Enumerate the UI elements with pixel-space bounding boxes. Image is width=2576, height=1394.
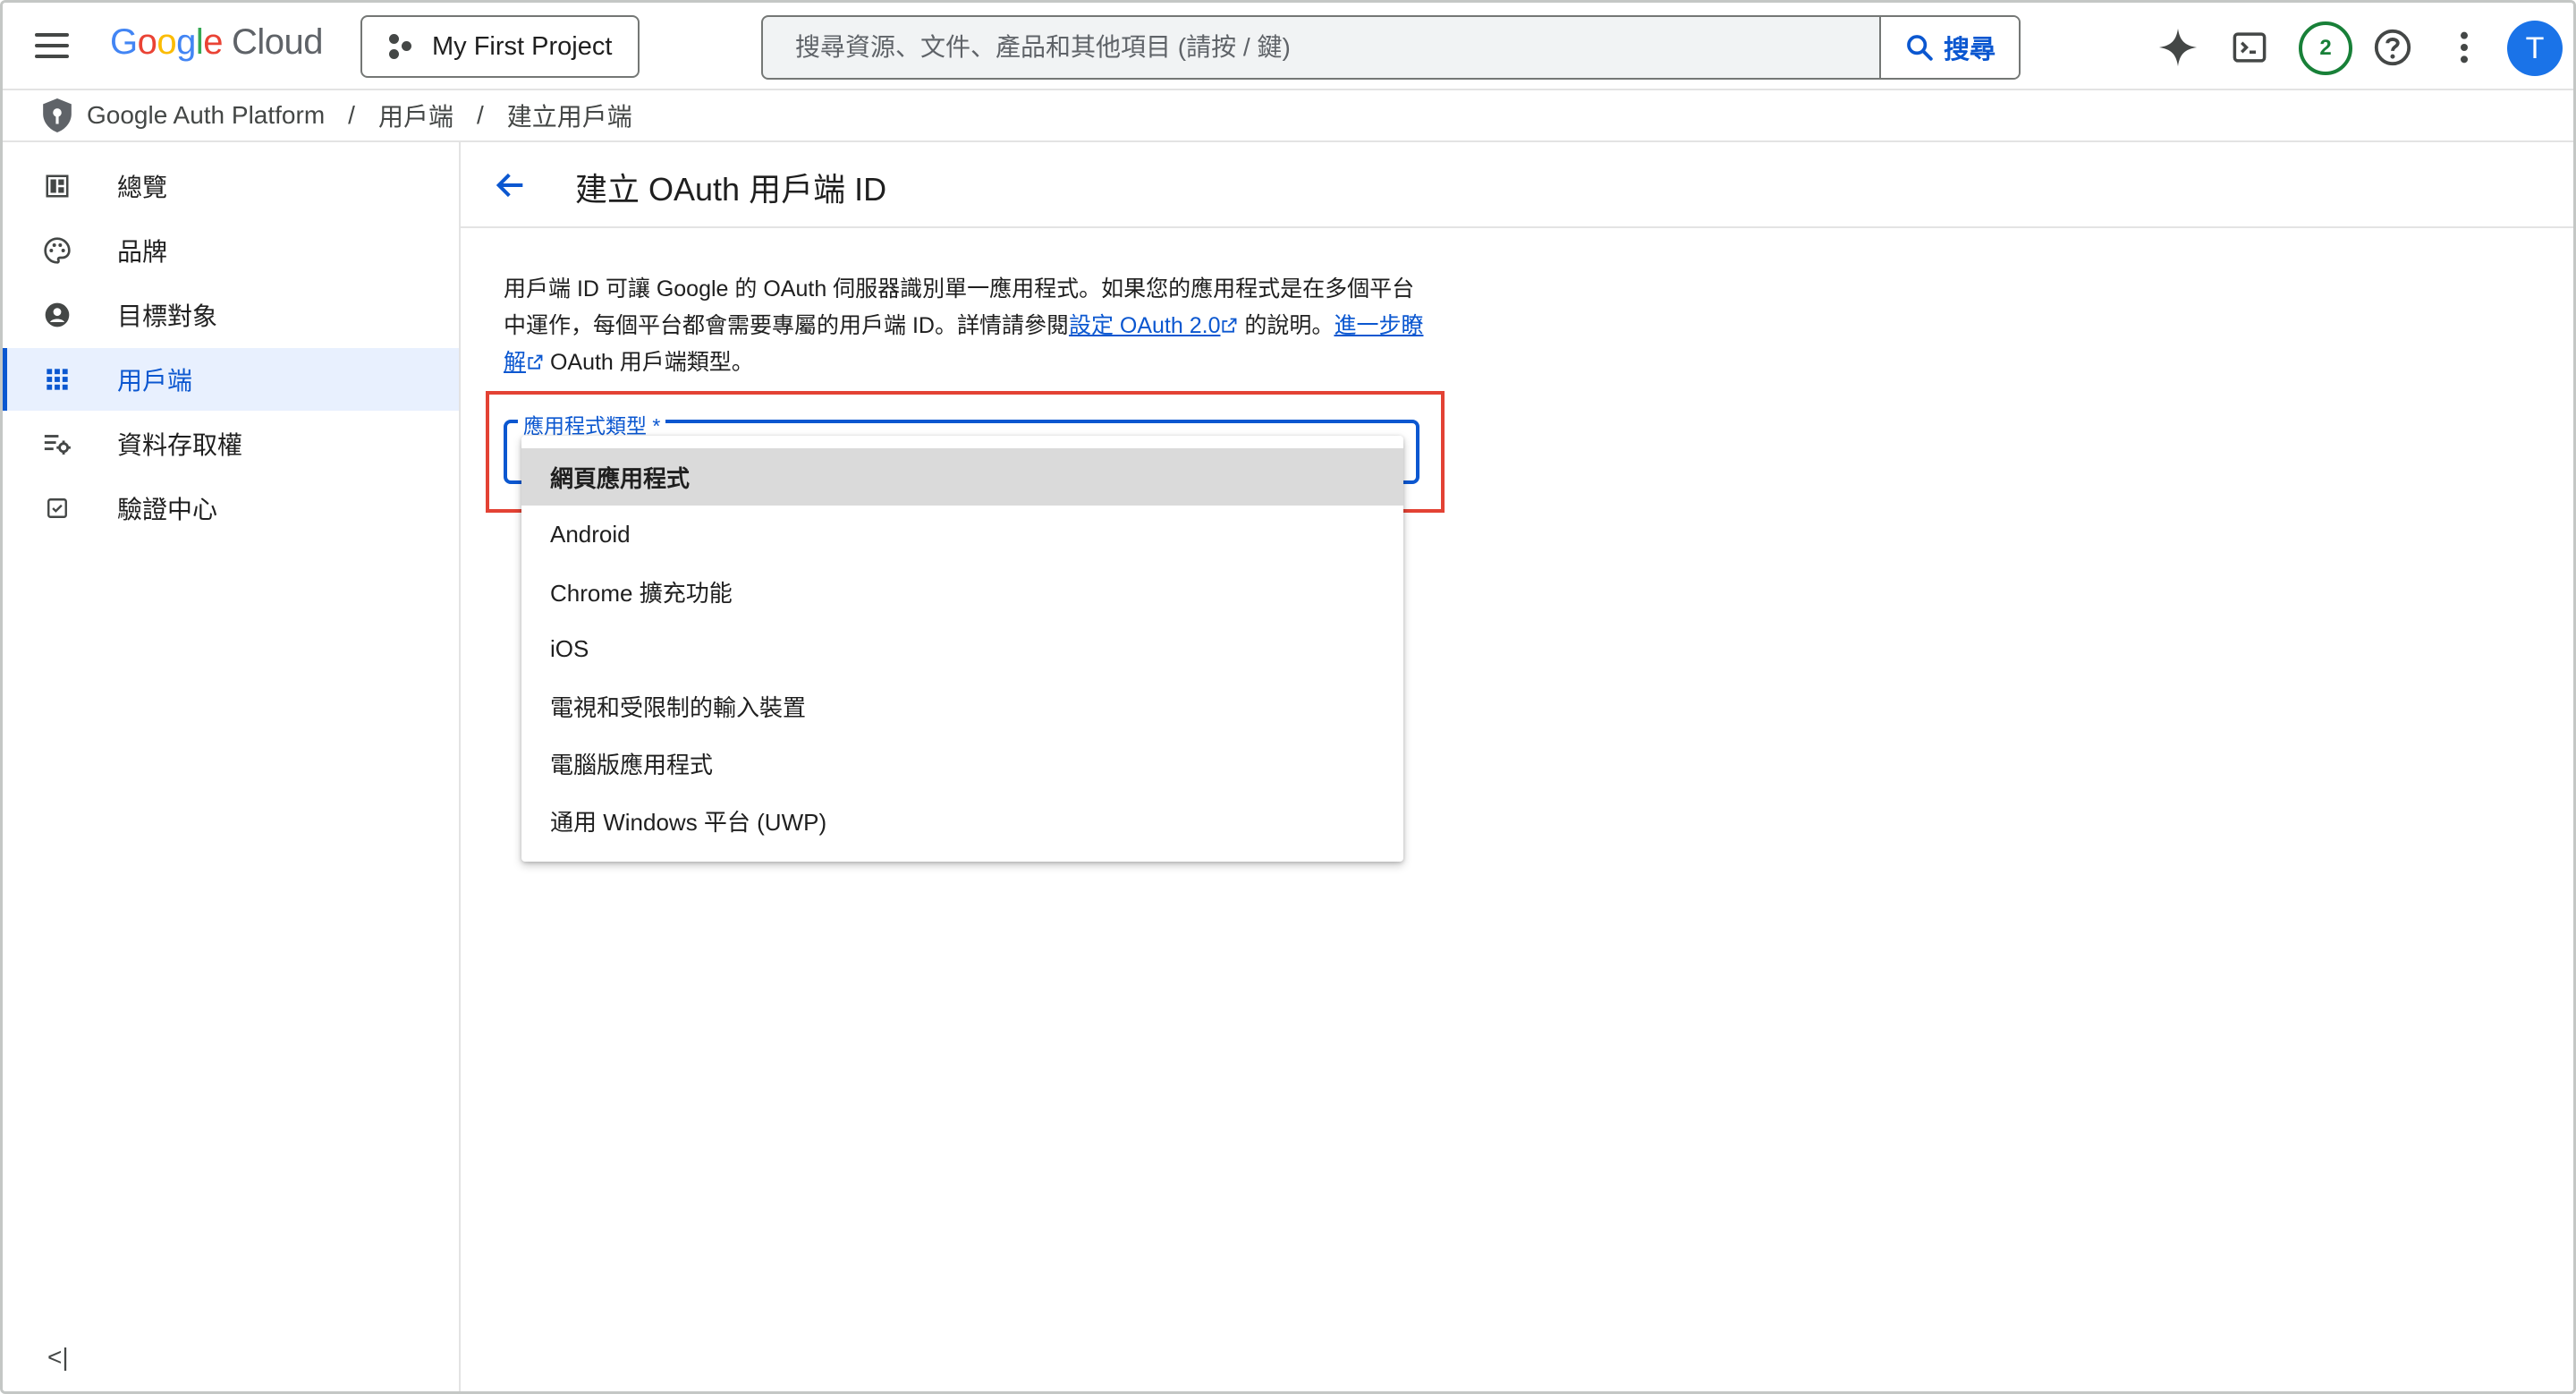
collapse-sidebar-icon[interactable]: <|	[47, 1343, 69, 1372]
palette-icon	[42, 235, 72, 266]
breadcrumb-separator: /	[348, 101, 355, 129]
external-link-icon	[528, 354, 543, 370]
setup-oauth-link[interactable]: 設定 OAuth 2.0	[1069, 313, 1221, 338]
option-tv-limited-input[interactable]: 電視和受限制的輸入裝置	[521, 677, 1403, 735]
logo-letter: o	[137, 22, 157, 62]
app-window: GoogleCloud My First Project 搜尋 2	[0, 0, 2576, 1394]
sidebar-item-label: 用戶端	[117, 367, 193, 395]
page-title: 建立 OAuth 用戶端 ID	[575, 171, 887, 208]
logo-letter: e	[203, 22, 224, 62]
description-text: 的說明。	[1238, 313, 1335, 338]
project-name: My First Project	[432, 31, 613, 61]
breadcrumb-item-create-client: 建立用戶端	[506, 103, 632, 131]
breadcrumb-item-clients[interactable]: 用戶端	[378, 98, 453, 133]
apps-grid-icon	[42, 364, 72, 395]
external-link-icon	[1222, 318, 1237, 333]
sidebar-item-data-access[interactable]: 資料存取權	[3, 412, 459, 475]
search-icon	[1907, 35, 1933, 61]
search-button[interactable]: 搜尋	[1879, 17, 2019, 78]
logo-cloud-text: Cloud	[232, 22, 324, 62]
back-arrow-icon[interactable]	[493, 167, 529, 208]
more-vert-icon[interactable]	[2439, 22, 2489, 72]
breadcrumb-item-auth-platform[interactable]: Google Auth Platform	[87, 101, 325, 130]
help-icon[interactable]	[2368, 22, 2418, 72]
page-description: 用戶端 ID 可讓 Google 的 OAuth 伺服器識別單一應用程式。如果您…	[504, 271, 1425, 381]
sidebar-item-audience[interactable]: 目標對象	[3, 284, 459, 346]
verified-checkbox-icon	[42, 493, 72, 523]
sidebar-item-clients[interactable]: 用戶端	[3, 348, 459, 411]
sidebar-item-label: 目標對象	[117, 302, 218, 330]
option-web-application[interactable]: 網頁應用程式	[521, 448, 1403, 506]
shield-icon	[43, 98, 72, 132]
search-button-label: 搜尋	[1943, 36, 1996, 64]
option-desktop-app[interactable]: 電腦版應用程式	[521, 735, 1403, 792]
sidebar-item-label: 資料存取權	[117, 431, 243, 459]
sidebar-item-label: 品牌	[117, 238, 168, 266]
logo-letter: l	[195, 22, 204, 62]
search-input[interactable]	[763, 17, 1879, 78]
sidebar-item-label: 驗證中心	[117, 496, 218, 523]
application-type-label: 應用程式類型 *	[518, 409, 666, 439]
application-type-dropdown: 網頁應用程式 Android Chrome 擴充功能 iOS 電視和受限制的輸入…	[521, 436, 1403, 862]
sidebar: 總覽 品牌 目標對象 用戶端 資料存取權 驗證中心 <|	[3, 142, 461, 1391]
data-access-icon	[42, 429, 72, 459]
top-bar: GoogleCloud My First Project 搜尋 2	[3, 3, 2573, 90]
breadcrumb-separator: /	[476, 101, 484, 129]
option-ios[interactable]: iOS	[521, 620, 1403, 677]
google-cloud-logo[interactable]: Google Cloud	[110, 22, 324, 63]
sidebar-item-branding[interactable]: 品牌	[3, 219, 459, 282]
page-header: 建立 OAuth 用戶端 ID	[461, 142, 2573, 228]
sidebar-item-verification-center[interactable]: 驗證中心	[3, 477, 459, 540]
project-hub-icon	[386, 32, 414, 61]
search-bar: 搜尋	[761, 15, 2021, 80]
sidebar-item-label: 總覽	[117, 174, 168, 201]
dashboard-icon	[42, 171, 72, 201]
option-chrome-extension[interactable]: Chrome 擴充功能	[521, 563, 1403, 620]
project-picker-button[interactable]: My First Project	[360, 15, 640, 78]
option-uwp[interactable]: 通用 Windows 平台 (UWP)	[521, 792, 1403, 849]
logo-letter: G	[110, 22, 138, 62]
account-circle-icon	[42, 300, 72, 330]
notifications-badge[interactable]: 2	[2299, 21, 2352, 75]
option-android[interactable]: Android	[521, 506, 1403, 563]
gemini-spark-icon[interactable]	[2153, 22, 2203, 72]
breadcrumb: Google Auth Platform / 用戶端 / 建立用戶端	[3, 90, 2573, 142]
sidebar-item-overview[interactable]: 總覽	[3, 155, 459, 217]
description-text: OAuth 用戶端類型。	[544, 350, 754, 375]
account-avatar[interactable]: T	[2507, 21, 2563, 76]
logo-letter: g	[176, 22, 196, 62]
logo-letter: o	[157, 22, 177, 62]
main-menu-icon[interactable]	[35, 33, 71, 60]
cloud-shell-terminal-icon[interactable]	[2224, 22, 2275, 72]
